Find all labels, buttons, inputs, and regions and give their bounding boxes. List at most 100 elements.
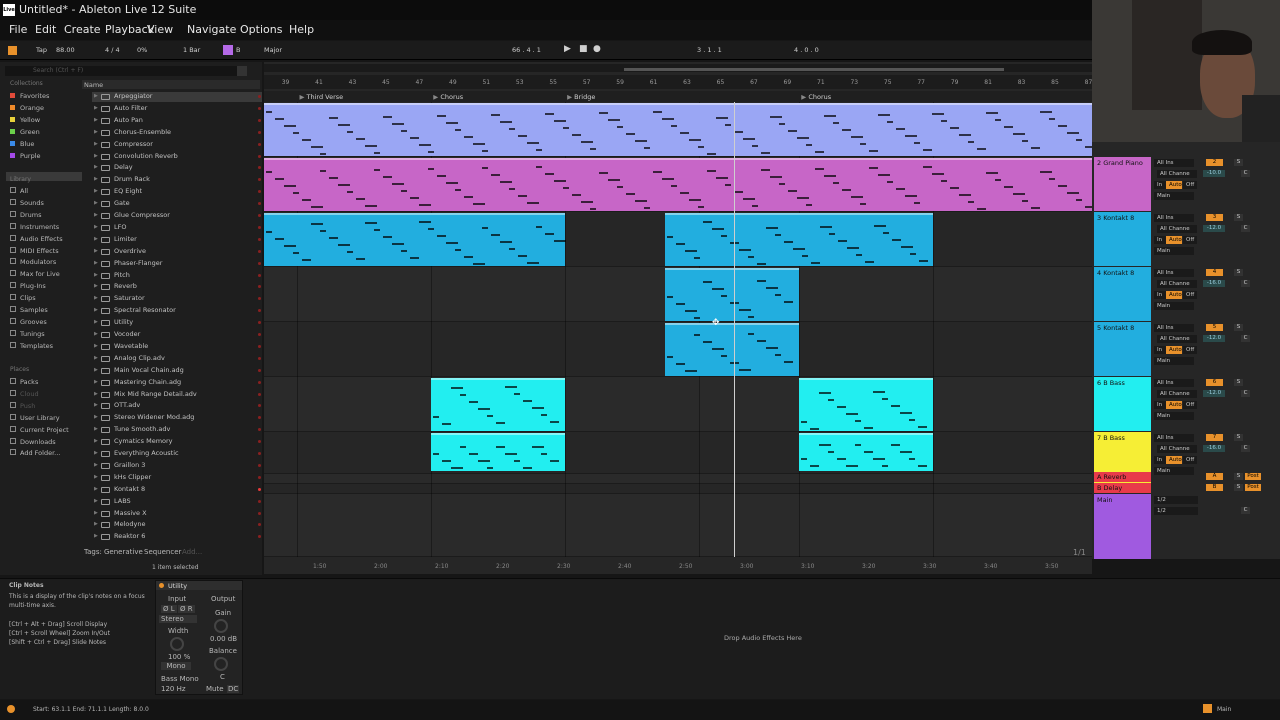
menu-edit[interactable]: Edit	[35, 23, 56, 36]
browser-item[interactable]: ▶ Kontakt 8	[92, 485, 262, 495]
library-max-for-live[interactable]: Max for Live	[10, 270, 60, 278]
menu-options[interactable]: Options	[240, 23, 282, 36]
monitor-in[interactable]: In	[1154, 236, 1166, 244]
expand-arrow-icon[interactable]: ▶	[94, 272, 98, 278]
browser-item[interactable]: ▶ Drum Rack	[92, 175, 262, 185]
output-menu[interactable]: Main	[1154, 247, 1194, 255]
expand-arrow-icon[interactable]: ▶	[94, 450, 98, 456]
monitor-in[interactable]: In	[1154, 181, 1166, 189]
expand-arrow-icon[interactable]: ▶	[94, 533, 98, 539]
monitor-auto[interactable]: Auto	[1166, 401, 1182, 409]
expand-arrow-icon[interactable]: ▶	[94, 462, 98, 468]
scale-menu[interactable]: Major	[264, 46, 282, 54]
browser-item[interactable]: ▶ Phaser-Flanger	[92, 259, 262, 269]
pan-field[interactable]: C	[1241, 445, 1250, 452]
bass-mono-button[interactable]: Bass Mono	[161, 675, 199, 683]
song-position[interactable]: 66 . 4 . 1	[512, 46, 541, 54]
browser-item[interactable]: ▶ Limiter	[92, 235, 262, 245]
expand-arrow-icon[interactable]: ▶	[94, 438, 98, 444]
expand-arrow-icon[interactable]: ▶	[94, 212, 98, 218]
expand-arrow-icon[interactable]: ▶	[94, 176, 98, 182]
expand-arrow-icon[interactable]: ▶	[94, 486, 98, 492]
monitor-off[interactable]: Off	[1183, 181, 1197, 189]
browser-item[interactable]: ▶ OTT.adv	[92, 401, 262, 411]
library-samples[interactable]: Samples	[10, 306, 48, 314]
monitor-auto[interactable]: Auto	[1166, 346, 1182, 354]
track-channel-menu[interactable]: All Channe	[1157, 445, 1197, 453]
solo-button[interactable]: S	[1234, 269, 1243, 276]
monitor-off[interactable]: Off	[1183, 291, 1197, 299]
solo-button[interactable]: S	[1234, 159, 1243, 166]
stereo-mode-menu[interactable]: Stereo	[159, 615, 197, 623]
expand-arrow-icon[interactable]: ▶	[94, 391, 98, 397]
expand-arrow-icon[interactable]: ▶	[94, 141, 98, 147]
midi-clip[interactable]	[665, 323, 800, 376]
browser-item[interactable]: ▶ Stereo Widener Mod.adg	[92, 413, 262, 423]
monitor-auto[interactable]: Auto	[1166, 291, 1182, 299]
overview-bar[interactable]	[264, 64, 1092, 72]
expand-arrow-icon[interactable]: ▶	[94, 402, 98, 408]
volume-field[interactable]: -12.0	[1203, 390, 1225, 397]
browser-item[interactable]: ▶ Mix Mid Range Detail.adv	[92, 390, 262, 400]
expand-arrow-icon[interactable]: ▶	[94, 200, 98, 206]
monitor-auto[interactable]: Auto	[1166, 236, 1182, 244]
volume-field[interactable]: -16.0	[1203, 445, 1225, 452]
mono-button[interactable]: Mono	[161, 662, 191, 670]
post-button[interactable]: Post	[1245, 473, 1261, 480]
menu-navigate[interactable]: Navigate	[187, 23, 236, 36]
library-templates[interactable]: Templates	[10, 341, 53, 350]
track-header[interactable]: 6 B Bass	[1094, 377, 1151, 431]
tempo-field[interactable]: 88.00	[56, 46, 75, 54]
browser-item[interactable]: ▶ kHs Clipper	[92, 473, 262, 483]
browser-item[interactable]: ▶ Reaktor 6	[92, 532, 262, 542]
browser-item[interactable]: ▶ Main Vocal Chain.adg	[92, 366, 262, 376]
collection-blue[interactable]: Blue	[10, 140, 34, 148]
midi-clip[interactable]	[431, 378, 566, 431]
main-pan-field[interactable]: C	[1241, 507, 1250, 514]
output-menu[interactable]: Main	[1154, 192, 1194, 200]
menu-view[interactable]: View	[147, 23, 173, 36]
midi-clip[interactable]	[799, 378, 934, 431]
output-menu[interactable]: Main	[1154, 412, 1194, 420]
browser-item[interactable]: ▶ Arpeggiator	[92, 92, 262, 102]
post-button[interactable]: Post	[1245, 484, 1261, 491]
browser-item[interactable]: ▶ Cymatics Memory	[92, 437, 262, 447]
tag-sequencer[interactable]: Sequencer	[144, 548, 181, 556]
track-channel-menu[interactable]: All Channe	[1157, 390, 1197, 398]
browser-item[interactable]: ▶ Analog Clip.adv	[92, 354, 262, 364]
expand-arrow-icon[interactable]: ▶	[94, 414, 98, 420]
locator-marker[interactable]: ▶ Third Verse	[299, 93, 343, 101]
volume-field[interactable]: -12.0	[1203, 335, 1225, 342]
track-activator[interactable]: 6	[1206, 379, 1223, 386]
browser-item[interactable]: ▶ Gate	[92, 199, 262, 209]
loop-length[interactable]: 4 . 0 . 0	[794, 46, 819, 54]
browser-item[interactable]: ▶ Melodyne	[92, 520, 262, 530]
solo-button[interactable]: S	[1234, 484, 1243, 491]
mute-button[interactable]: Mute	[206, 685, 224, 693]
browser-item[interactable]: ▶ Auto Pan	[92, 116, 262, 126]
tag-generative[interactable]: Generative	[104, 548, 143, 556]
browser-item[interactable]: ▶ Chorus-Ensemble	[92, 128, 262, 138]
library-sounds[interactable]: Sounds	[10, 198, 44, 207]
expand-arrow-icon[interactable]: ▶	[94, 474, 98, 480]
track-input-menu[interactable]: All Ins	[1154, 214, 1194, 222]
place-cloud[interactable]: Cloud	[10, 389, 39, 398]
expand-arrow-icon[interactable]: ▶	[94, 307, 98, 313]
place-downloads[interactable]: Downloads	[10, 437, 56, 446]
return-activator[interactable]: B	[1206, 484, 1223, 491]
quantize-menu[interactable]: 1 Bar	[183, 46, 200, 54]
monitor-in[interactable]: In	[1154, 401, 1166, 409]
key-root[interactable]: B	[236, 46, 240, 54]
volume-field[interactable]: -12.0	[1203, 225, 1225, 232]
browser-item[interactable]: ▶ EQ Eight	[92, 187, 262, 197]
zoom-level[interactable]: 1/1	[1073, 548, 1086, 557]
expand-arrow-icon[interactable]: ▶	[94, 248, 98, 254]
expand-arrow-icon[interactable]: ▶	[94, 224, 98, 230]
place-push[interactable]: Push	[10, 401, 35, 410]
expand-arrow-icon[interactable]: ▶	[94, 379, 98, 385]
solo-button[interactable]: S	[1234, 379, 1243, 386]
library-modulators[interactable]: Modulators	[10, 258, 56, 266]
midi-clip[interactable]	[431, 433, 566, 471]
balance-knob[interactable]	[214, 657, 228, 671]
width-knob[interactable]	[170, 637, 184, 651]
